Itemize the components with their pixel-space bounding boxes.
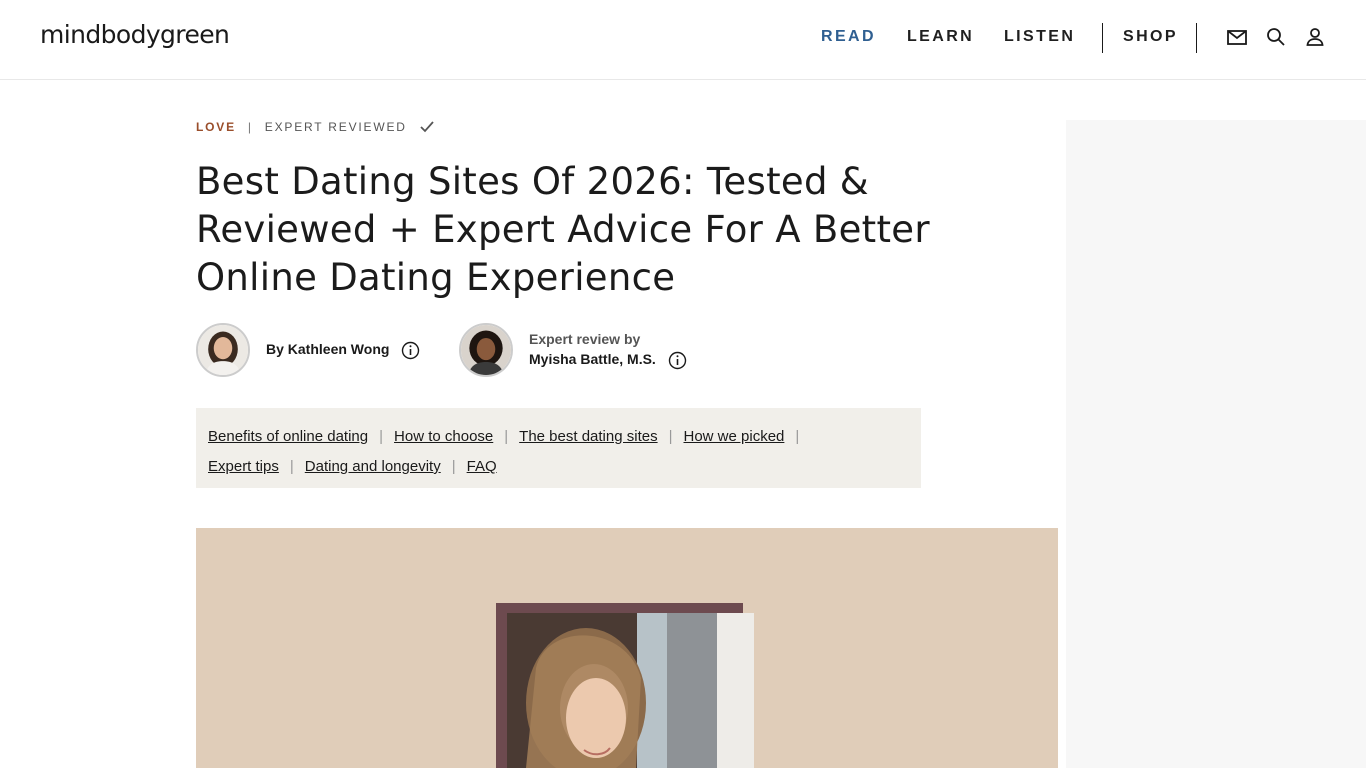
toc-separator: | xyxy=(668,428,673,445)
site-logo[interactable]: mindbodygreen xyxy=(40,20,230,49)
article-title: Best Dating Sites Of 2026: Tested & Revi… xyxy=(196,160,930,299)
author-block: By Kathleen Wong xyxy=(196,323,420,377)
author-avatar[interactable] xyxy=(196,323,250,377)
nav-read[interactable]: READ xyxy=(821,28,876,46)
toc-separator: | xyxy=(451,458,456,475)
toc-link-how-to-choose[interactable]: How to choose xyxy=(394,428,493,445)
toc-separator: | xyxy=(504,428,509,445)
expert-reviewed-badge: EXPERT REVIEWED xyxy=(264,120,407,134)
toc-separator: | xyxy=(379,428,384,445)
toc-link-benefits[interactable]: Benefits of online dating xyxy=(208,428,368,445)
nav-learn[interactable]: LEARN xyxy=(907,28,974,46)
article-kicker: LOVE | EXPERT REVIEWED xyxy=(196,120,435,134)
site-header: mindbodygreen READ LEARN LISTEN SHOP xyxy=(0,0,1366,80)
search-icon[interactable] xyxy=(1265,26,1287,48)
reviewer-avatar[interactable] xyxy=(459,323,513,377)
nav-divider xyxy=(1102,23,1103,53)
info-icon[interactable] xyxy=(401,341,420,360)
check-icon xyxy=(419,120,435,134)
mail-icon[interactable] xyxy=(1226,26,1248,48)
toc-link-expert-tips[interactable]: Expert tips xyxy=(208,458,279,475)
user-icon[interactable] xyxy=(1304,26,1326,48)
toc-link-how-we-picked[interactable]: How we picked xyxy=(684,428,785,445)
reviewer-block: Expert review by Myisha Battle, M.S. xyxy=(459,323,687,377)
author-byline[interactable]: By Kathleen Wong xyxy=(266,341,389,357)
nav-divider xyxy=(1196,23,1197,53)
toc-separator: | xyxy=(795,428,800,445)
toc-link-best-dating-sites[interactable]: The best dating sites xyxy=(519,428,657,445)
kicker-separator: | xyxy=(247,120,253,134)
toc-separator: | xyxy=(289,458,294,475)
toc-link-dating-longevity[interactable]: Dating and longevity xyxy=(305,458,441,475)
nav-shop[interactable]: SHOP xyxy=(1123,28,1178,46)
hero-image xyxy=(196,528,1058,768)
reviewer-label: Expert review by xyxy=(529,330,641,347)
table-of-contents: Benefits of online dating | How to choose |… xyxy=(196,408,921,488)
info-icon[interactable] xyxy=(668,351,687,370)
reviewer-name[interactable]: Myisha Battle, M.S. xyxy=(529,351,656,367)
right-sidebar xyxy=(1066,120,1366,768)
category-link[interactable]: LOVE xyxy=(196,120,236,134)
nav-listen[interactable]: LISTEN xyxy=(1004,28,1075,46)
toc-link-faq[interactable]: FAQ xyxy=(467,458,497,475)
